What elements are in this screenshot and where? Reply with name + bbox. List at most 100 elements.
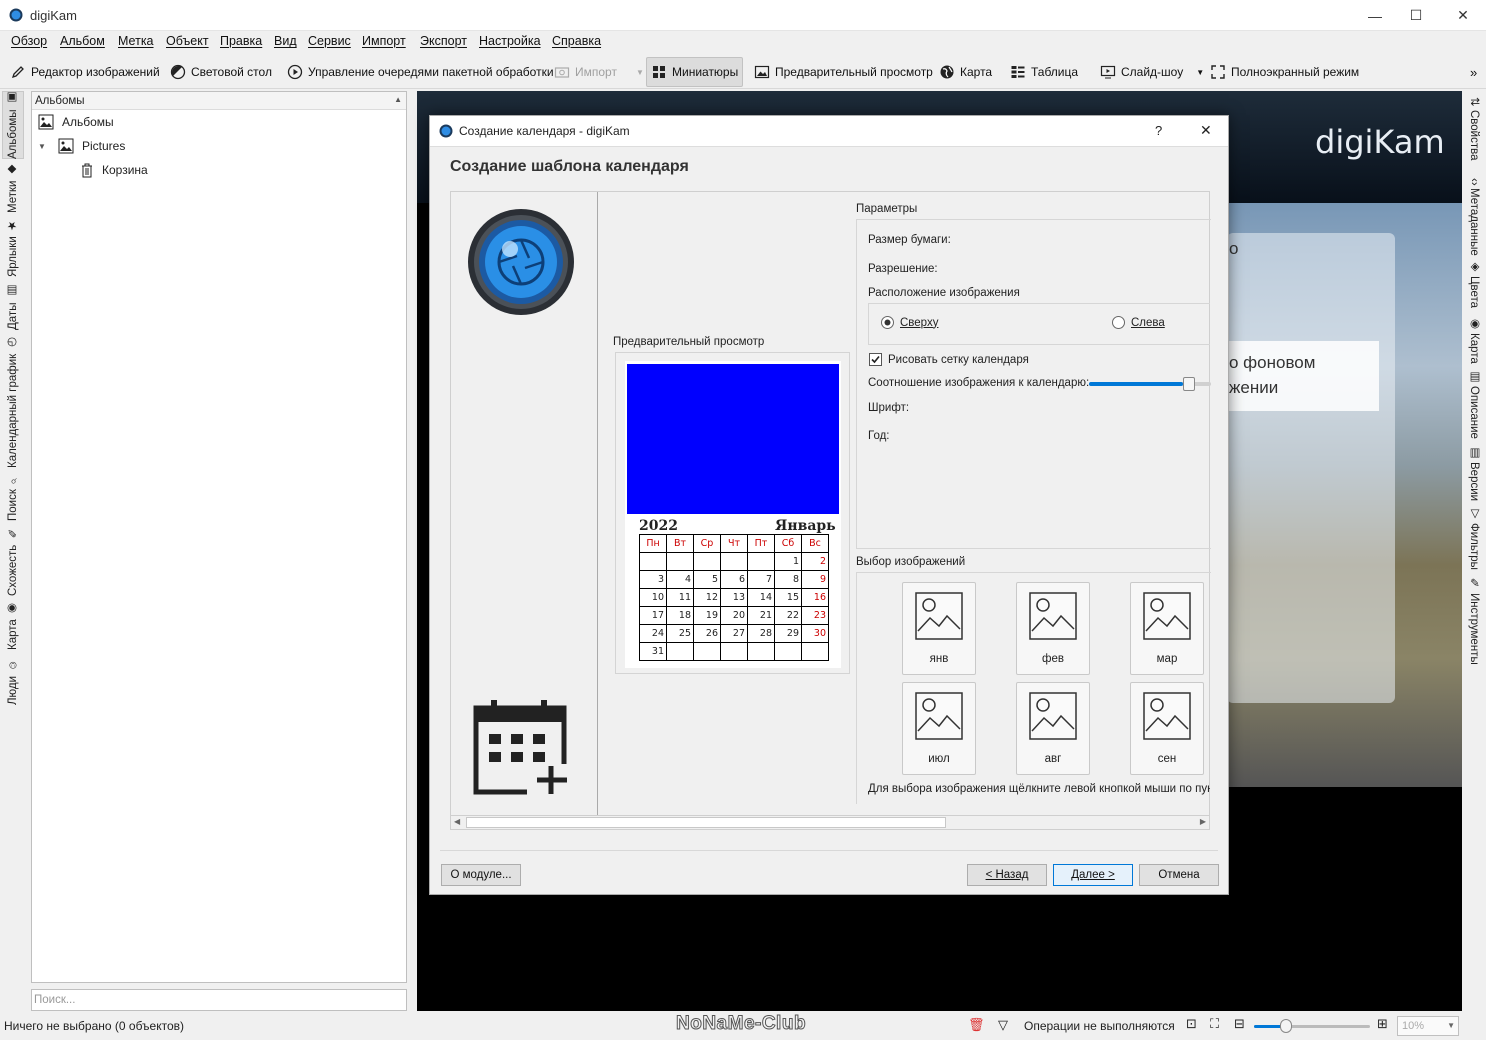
tree-item-pictures[interactable]: ▼ Pictures [38,138,125,154]
calendar-day-cell: 8 [774,570,802,589]
chevron-down-icon[interactable]: ▼ [1447,1021,1455,1030]
position-left-radio[interactable]: Слева [1112,316,1165,329]
map-label: Карта [960,65,993,79]
tab-description[interactable]: ▤ Описание [1464,369,1484,439]
trash-icon [80,162,94,178]
tab-labels[interactable]: Ярлыки ★ [2,217,24,279]
tab-metadata[interactable]: ‹› Метаданные [1464,169,1484,265]
menu-import[interactable]: Импорт [362,34,406,48]
zoom-value: 10% [1402,1020,1425,1032]
zoom-out-icon[interactable]: ⊟ [1234,1016,1245,1032]
import-dropdown-icon[interactable]: ▼ [636,68,644,77]
tab-dates[interactable]: Даты ▤ [2,283,24,331]
filter-icon[interactable]: ▽ [998,1017,1008,1033]
position-top-radio[interactable]: Сверху [881,316,938,329]
month-thumb-jul[interactable]: июл [902,682,976,775]
calendar-week-row: 12 [639,552,829,571]
horizontal-scrollbar[interactable]: ◀ ▶ [450,815,1210,830]
calendar-month: Январь [775,518,836,534]
scroll-right-icon[interactable]: ▶ [1200,817,1206,826]
camera-icon [554,64,570,80]
zoom-in-icon[interactable]: ⊞ [1377,1016,1388,1032]
menu-tools[interactable]: Сервис [308,34,351,48]
fullscreen-button[interactable]: Полноэкранный режим [1206,60,1363,84]
calendar-day-cell: 25 [666,624,694,643]
close-button[interactable]: ✕ [1440,0,1486,31]
month-thumb-sep[interactable]: сен [1130,682,1204,775]
play-circle-icon [287,64,303,80]
menu-settings[interactable]: Настройка [479,34,541,48]
tab-tools[interactable]: ✎ Инструменты [1464,575,1484,665]
tab-similarity[interactable]: Схожесть ✎ [2,526,24,595]
zoom-combo[interactable]: 10% ▼ [1397,1016,1459,1036]
zoom-slider-handle[interactable] [1280,1019,1293,1033]
albums-panel-header[interactable]: Альбомы ▲ [32,92,406,110]
calendar-day-cell: 2 [801,552,829,571]
menu-album[interactable]: Альбом [60,34,105,48]
tree-item-albums-root[interactable]: Альбомы [38,114,114,130]
album-icon: ▣ [7,91,19,106]
calendar-day-cell: 23 [801,606,829,625]
wrench-icon: ✎ [1468,575,1480,590]
map-button[interactable]: Карта [935,60,996,84]
maximize-button[interactable]: ☐ [1393,0,1439,31]
next-button[interactable]: Далее > [1053,864,1133,886]
tree-item-trash[interactable]: Корзина [80,162,148,178]
tab-people[interactable]: Люди ☺ [2,657,24,707]
image-editor-button[interactable]: Редактор изображений [6,60,164,84]
dialog-close-button[interactable]: ✕ [1200,122,1212,139]
fullscreen-icon [1210,64,1226,80]
month-thumb-mar[interactable]: мар [1130,582,1204,675]
tab-map[interactable]: Карта ◉ [2,599,24,653]
menu-item[interactable]: Объект [166,34,209,48]
title-divider [430,146,1228,147]
batch-queue-button[interactable]: Управление очередями пакетной обработки [283,60,558,84]
info-icon: ⇅ [1468,97,1480,108]
menu-export[interactable]: Экспорт [420,34,467,48]
tab-filters[interactable]: ▽ Фильтры [1464,505,1484,571]
month-thumb-aug[interactable]: авг [1016,682,1090,775]
scrollbar-thumb[interactable] [466,817,947,828]
menu-help[interactable]: Справка [552,34,601,48]
month-thumb-jan[interactable]: янв [902,582,976,675]
calendar-day-cell [666,642,694,661]
tab-search[interactable]: Поиск ⌕ [2,473,24,523]
scroll-left-icon[interactable]: ◀ [454,817,460,826]
slideshow-button[interactable]: Слайд-шоу ▼ [1096,60,1208,84]
menu-edit[interactable]: Правка [220,34,262,48]
cancel-button[interactable]: Отмена [1139,864,1219,886]
tab-timeline[interactable]: Календарный график ◷ [2,335,24,469]
back-button[interactable]: < Назад [967,864,1047,886]
tab-properties[interactable]: ⇅ Свойства [1464,93,1484,165]
light-table-button[interactable]: Световой стол [166,60,276,84]
about-button[interactable]: О модуле... [441,864,521,886]
menu-browse[interactable]: Обзор [11,34,47,48]
month-thumb-feb[interactable]: фев [1016,582,1090,675]
globe-icon: ◉ [7,601,19,616]
sort-arrow-icon[interactable]: ▲ [394,95,402,104]
tab-colors[interactable]: ◈ Цвета [1464,257,1484,311]
zoom-fit-icon[interactable]: ⊡ [1186,1016,1197,1032]
menu-view[interactable]: Вид [274,34,297,48]
menu-tag[interactable]: Метка [118,34,154,48]
table-button[interactable]: Таблица [1006,60,1082,84]
trash-icon[interactable]: 🗑 [968,1017,985,1033]
toolbar-overflow-button[interactable]: » [1466,60,1481,84]
tab-tags[interactable]: Метки ◆ [2,163,24,213]
star-icon: ★ [7,218,19,233]
album-search-input[interactable]: Поиск... [31,989,407,1011]
expand-arrow-icon[interactable]: ▼ [38,142,50,151]
draw-grid-checkbox[interactable]: Рисовать сетку календаря [869,353,1029,366]
ratio-slider-handle[interactable] [1183,377,1196,391]
clock-icon: ◷ [7,335,19,350]
minimize-button[interactable]: — [1352,0,1398,31]
tab-map-right[interactable]: ◉ Карта [1464,315,1484,365]
zoom-full-icon[interactable]: ⛶ [1210,1016,1219,1032]
tab-versions[interactable]: ▥ Версии [1464,445,1484,501]
slideshow-dropdown-icon[interactable]: ▼ [1196,68,1204,77]
import-button[interactable]: Импорт ▼ [550,60,648,84]
tab-albums[interactable]: Альбомы ▣ [2,91,24,159]
preview-button[interactable]: Предварительный просмотр [750,60,937,84]
thumbnails-button[interactable]: Миниатюры [646,57,744,87]
help-button[interactable]: ? [1155,123,1162,138]
